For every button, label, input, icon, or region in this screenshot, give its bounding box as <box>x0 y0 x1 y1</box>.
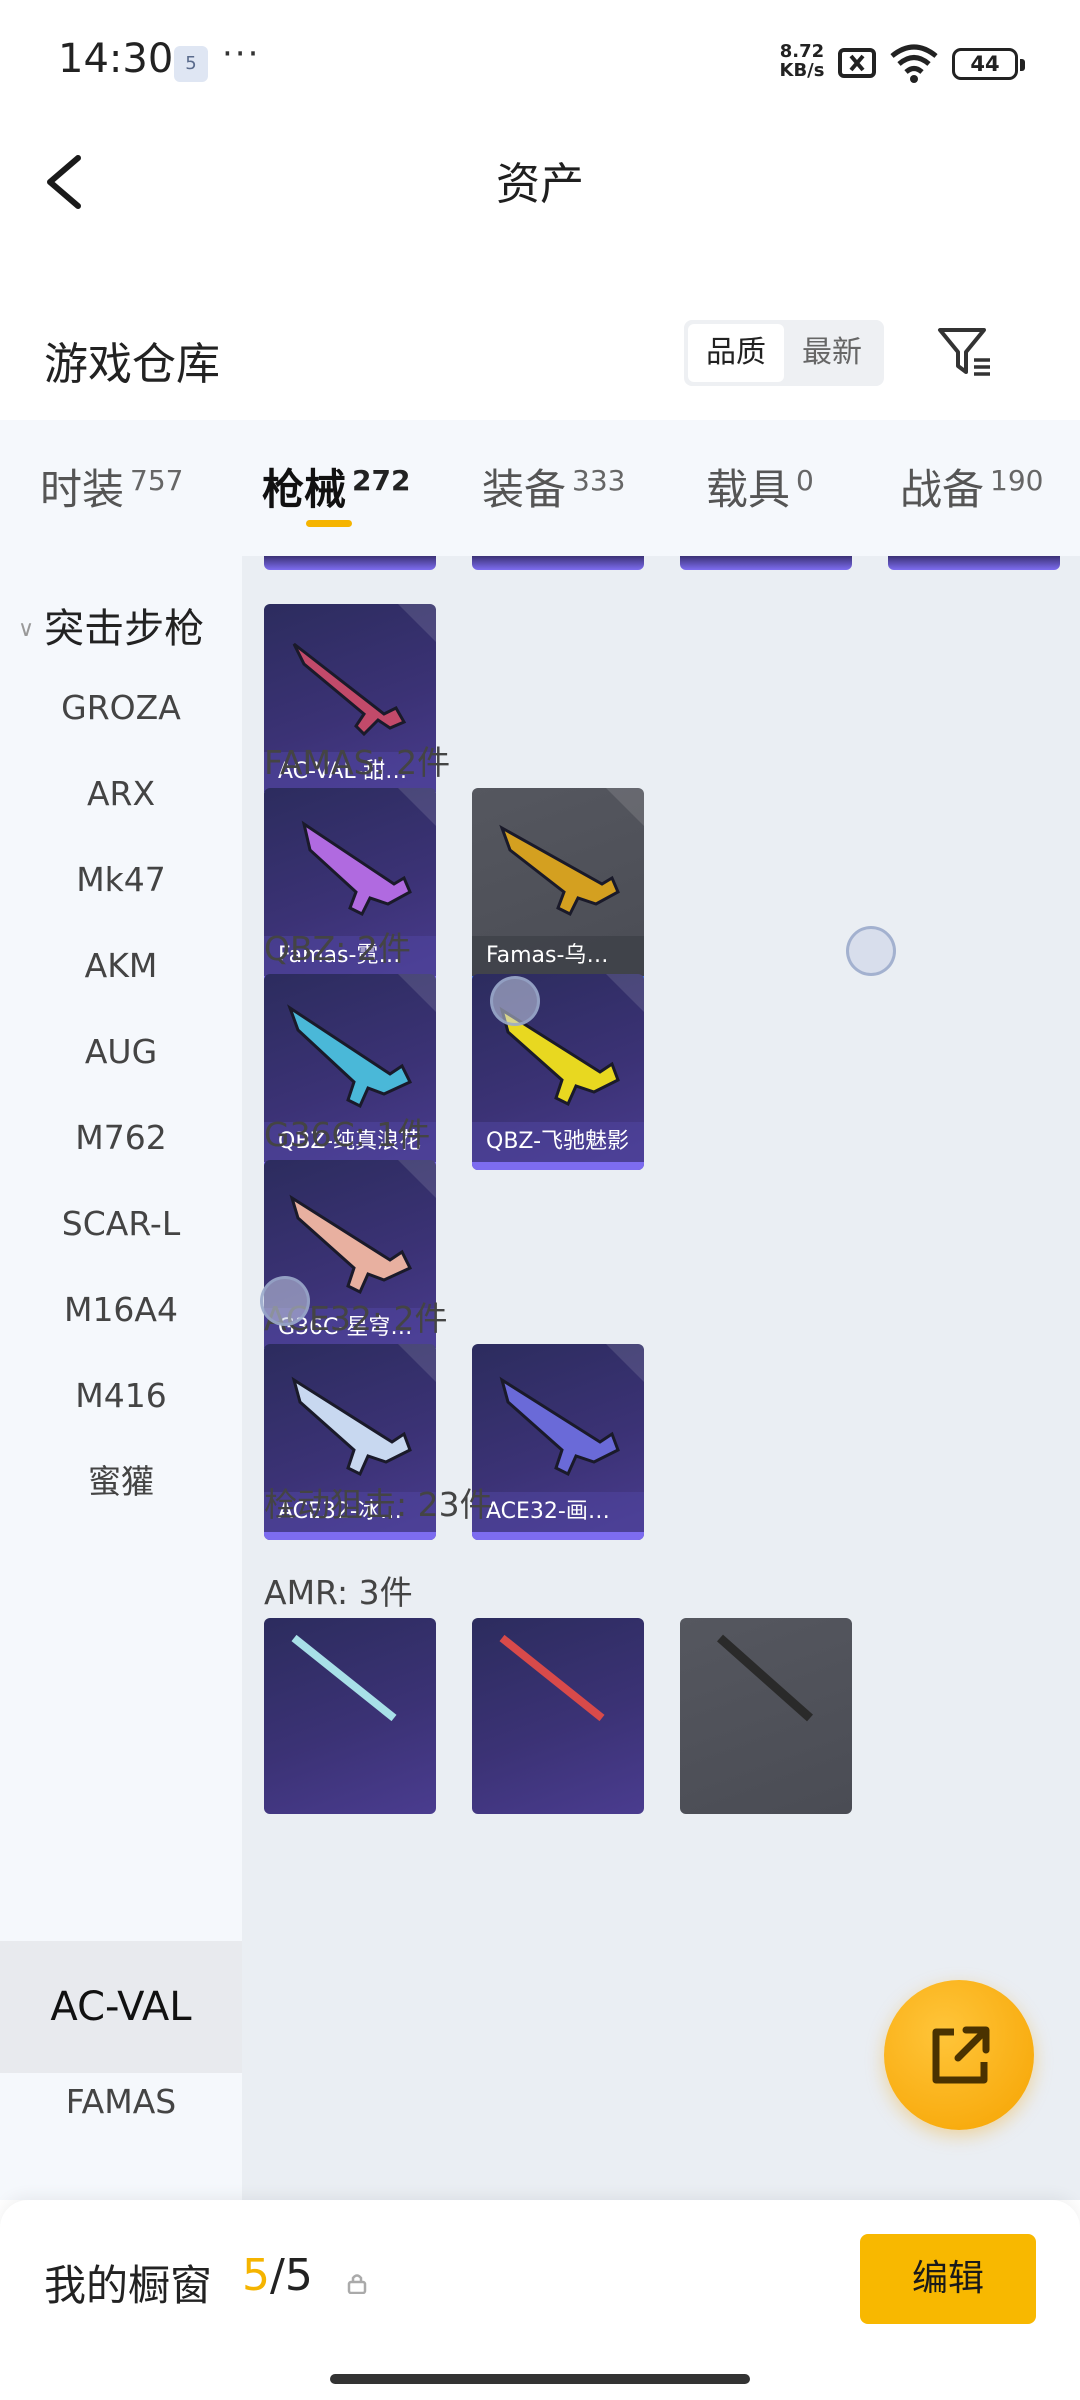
group-label: FAMAS: 2件 <box>264 743 451 782</box>
network-speed-value: 8.72 <box>779 41 825 62</box>
page-title: 资产 <box>496 159 584 210</box>
filter-icon[interactable] <box>934 322 994 382</box>
tab-supplies[interactable]: 战备 190 <box>900 456 1043 517</box>
showcase-count-current: 5 <box>242 2250 270 2301</box>
gun-skin-icon <box>499 1634 605 1722</box>
group-label: 栓动狙击: 23件 <box>264 1485 493 1524</box>
sort-quality-button[interactable]: 品质 <box>688 324 784 382</box>
gun-skin-icon <box>287 1004 413 1109</box>
warehouse-title: 游戏仓库 <box>44 339 220 390</box>
tab-count: 190 <box>990 464 1044 497</box>
chevron-down-icon: ∨ <box>18 617 35 642</box>
tab-label: 时装 <box>40 465 125 514</box>
tab-guns[interactable]: 枪械 272 <box>262 456 410 517</box>
showcase-label: 我的橱窗 <box>44 2261 213 2310</box>
gun-skin-icon <box>499 824 620 917</box>
card-label: Famas-乌木… <box>472 936 644 976</box>
tab-fashion[interactable]: 时装 757 <box>40 456 183 517</box>
card-top-edge <box>680 556 852 570</box>
tab-label: 载具 <box>706 465 791 514</box>
share-icon <box>932 2026 990 2084</box>
status-time: 14:30 <box>58 36 174 82</box>
wifi-icon <box>890 44 938 83</box>
gun-skin-icon <box>291 1634 397 1722</box>
network-speed-unit: KB/s <box>779 60 825 81</box>
group-label: G36C: 1件 <box>264 1115 431 1154</box>
sort-toggle: 品质 最新 <box>684 320 884 386</box>
showcase-bar: 我的橱窗 5/5 编辑 <box>0 2200 1080 2400</box>
weapon-card[interactable]: Famas-乌木… <box>472 788 644 984</box>
warehouse-header: 游戏仓库 品质 最新 <box>0 300 1080 420</box>
tab-count: 272 <box>352 464 411 497</box>
tab-equipment[interactable]: 装备 333 <box>482 456 625 517</box>
weapon-card[interactable] <box>264 1618 436 1814</box>
active-tab-indicator <box>306 520 352 527</box>
sidebar-item-honey-badger[interactable]: 蜜獾 <box>0 1416 242 1548</box>
showcase-count-total: /5 <box>270 2250 313 2301</box>
tab-count: 0 <box>796 464 814 497</box>
group-label: QBZ: 2件 <box>264 929 411 968</box>
rarity-bar <box>472 1162 644 1170</box>
card-top-edge <box>472 556 644 570</box>
gun-skin-icon <box>291 1376 412 1477</box>
tab-vehicles[interactable]: 载具 0 <box>706 456 814 517</box>
weapon-card[interactable]: ACE32-画境… <box>472 1344 644 1540</box>
gun-skin-icon <box>301 820 412 917</box>
tab-label: 战备 <box>900 465 985 514</box>
battery-icon: 44 <box>952 48 1025 80</box>
gun-skin-icon <box>717 1634 813 1722</box>
touch-indicator <box>490 976 540 1026</box>
sidebar-item-famas[interactable]: FAMAS <box>0 2036 242 2168</box>
gun-skin-icon <box>499 1376 620 1477</box>
gun-skin-icon <box>292 642 407 737</box>
share-button[interactable] <box>884 1980 1034 2130</box>
edit-button[interactable]: 编辑 <box>860 2234 1036 2324</box>
group-label: AMR: 3件 <box>264 1573 413 1612</box>
home-indicator[interactable] <box>330 2374 750 2384</box>
tab-count: 757 <box>130 464 184 497</box>
no-sim-icon <box>838 48 876 78</box>
rarity-bar <box>472 1532 644 1540</box>
sort-newest-button[interactable]: 最新 <box>784 324 880 382</box>
touch-indicator <box>260 1276 310 1326</box>
weapon-grid: AC-VAL-甜… FAMAS: 2件 Famas-霓彩… Famas-乌木… … <box>242 556 1080 2200</box>
tab-label: 枪械 <box>262 465 347 514</box>
card-label: QBZ-飞驰魅影 <box>472 1122 644 1162</box>
weapon-card[interactable] <box>680 1618 852 1814</box>
status-bar: 14:30 5 ··· 8.72 KB/s 44 <box>0 0 1080 120</box>
touch-indicator <box>846 926 896 976</box>
showcase-count: 5/5 <box>242 2250 313 2301</box>
notification-badge-icon: 5 <box>174 46 208 82</box>
rarity-bar <box>264 1532 436 1540</box>
more-notifications-icon: ··· <box>222 34 261 74</box>
category-tabs: 时装 757 枪械 272 装备 333 载具 0 战备 190 <box>0 420 1080 556</box>
lock-icon <box>347 2274 367 2294</box>
tab-label: 装备 <box>482 465 567 514</box>
card-top-edge <box>264 556 436 570</box>
weapon-sidebar: ∨ 突击步枪 GROZA ARX Mk47 AKM AUG M762 SCAR-L… <box>0 556 242 2200</box>
network-speed: 8.72 KB/s <box>776 42 828 80</box>
card-label: ACE32-画境… <box>472 1492 644 1532</box>
tab-count: 333 <box>572 464 626 497</box>
card-top-edge <box>888 556 1060 570</box>
weapon-card[interactable] <box>472 1618 644 1814</box>
top-header: 资产 <box>0 120 1080 244</box>
